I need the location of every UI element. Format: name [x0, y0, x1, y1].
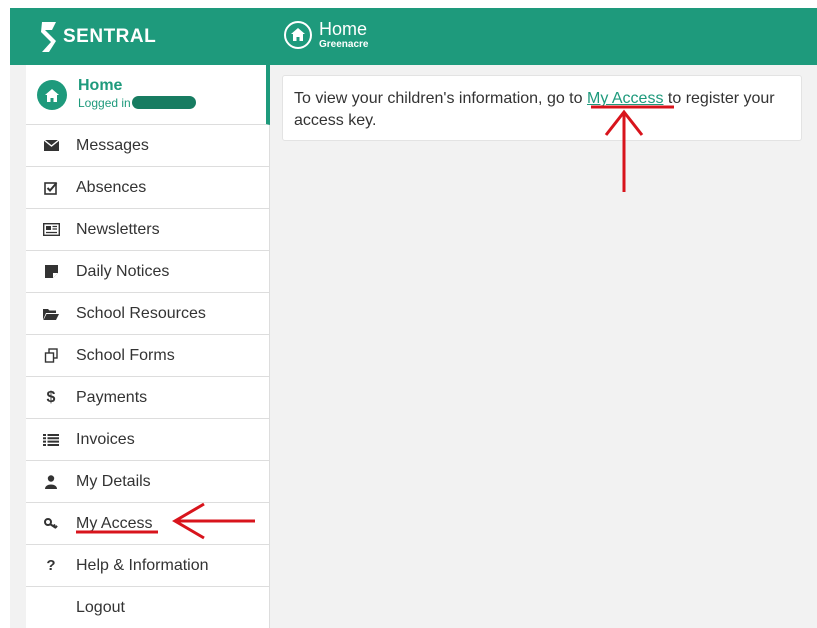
redacted-username: [131, 96, 196, 109]
list-icon: [26, 433, 76, 446]
sidebar-item-label: Payments: [76, 388, 148, 406]
sidebar-item-my-details[interactable]: My Details: [26, 461, 270, 503]
sidebar-item-label: My Details: [76, 472, 151, 490]
sidebar-item-help[interactable]: ? Help & Information: [26, 545, 270, 587]
forms-icon: [26, 348, 76, 363]
header-home: Home Greenacre: [284, 19, 368, 50]
logged-in-status: Logged in: [78, 96, 196, 110]
sidebar-item-label: Help & Information: [76, 556, 209, 574]
question-icon: ?: [46, 557, 56, 574]
page-title: Home: [319, 19, 368, 39]
sidebar-item-school-resources[interactable]: School Resources: [26, 293, 270, 335]
sidebar-item-label: School Forms: [76, 346, 175, 364]
brand-name: SENTRAL: [63, 26, 157, 47]
sidebar-item-daily-notices[interactable]: Daily Notices: [26, 251, 270, 293]
school-name: Greenacre: [319, 39, 369, 50]
home-icon: [37, 80, 67, 110]
sidebar-item-label: Logout: [76, 598, 125, 616]
app-frame: SENTRAL Home Greenacre Home Logged in Me…: [10, 8, 817, 628]
sidebar: Home Logged in Messages Absences Newslet…: [26, 65, 270, 628]
sidebar-item-label: Absences: [76, 178, 147, 196]
info-panel: To view your children's information, go …: [282, 75, 802, 141]
sentral-logo[interactable]: SENTRAL: [40, 22, 156, 52]
sidebar-item-invoices[interactable]: Invoices: [26, 419, 270, 461]
sentral-s-icon: [41, 22, 56, 52]
sidebar-menu: Messages Absences Newsletters Daily Noti…: [26, 125, 270, 628]
sidebar-item-label: My Access: [76, 514, 153, 532]
sidebar-item-label: Messages: [76, 136, 149, 154]
envelope-icon: [26, 140, 76, 151]
sidebar-item-label: Invoices: [76, 430, 135, 448]
user-icon: [26, 474, 76, 489]
logged-in-label: Logged in: [78, 96, 131, 110]
top-bar: SENTRAL Home Greenacre: [10, 8, 817, 65]
info-text-before: To view your children's information, go …: [294, 90, 583, 107]
sidebar-item-school-forms[interactable]: School Forms: [26, 335, 270, 377]
dollar-icon: $: [46, 388, 56, 406]
sidebar-item-messages[interactable]: Messages: [26, 125, 270, 167]
sidebar-item-label: Daily Notices: [76, 262, 170, 280]
sidebar-item-payments[interactable]: $ Payments: [26, 377, 270, 419]
sidebar-home-title: Home: [78, 77, 123, 94]
my-access-link[interactable]: My Access: [587, 90, 663, 107]
checkbox-icon: [26, 181, 76, 195]
sidebar-item-absences[interactable]: Absences: [26, 167, 270, 209]
key-icon: [26, 518, 76, 529]
sidebar-item-label: School Resources: [76, 304, 206, 322]
sidebar-item-logout[interactable]: Logout: [26, 587, 270, 628]
home-icon[interactable]: [284, 20, 312, 49]
folder-icon: [26, 308, 76, 320]
sidebar-item-home[interactable]: Home Logged in: [26, 65, 270, 125]
sidebar-item-my-access[interactable]: My Access: [26, 503, 270, 545]
note-icon: [26, 265, 76, 278]
sidebar-item-label: Newsletters: [76, 220, 160, 238]
sidebar-item-newsletters[interactable]: Newsletters: [26, 209, 270, 251]
newspaper-icon: [26, 223, 76, 236]
